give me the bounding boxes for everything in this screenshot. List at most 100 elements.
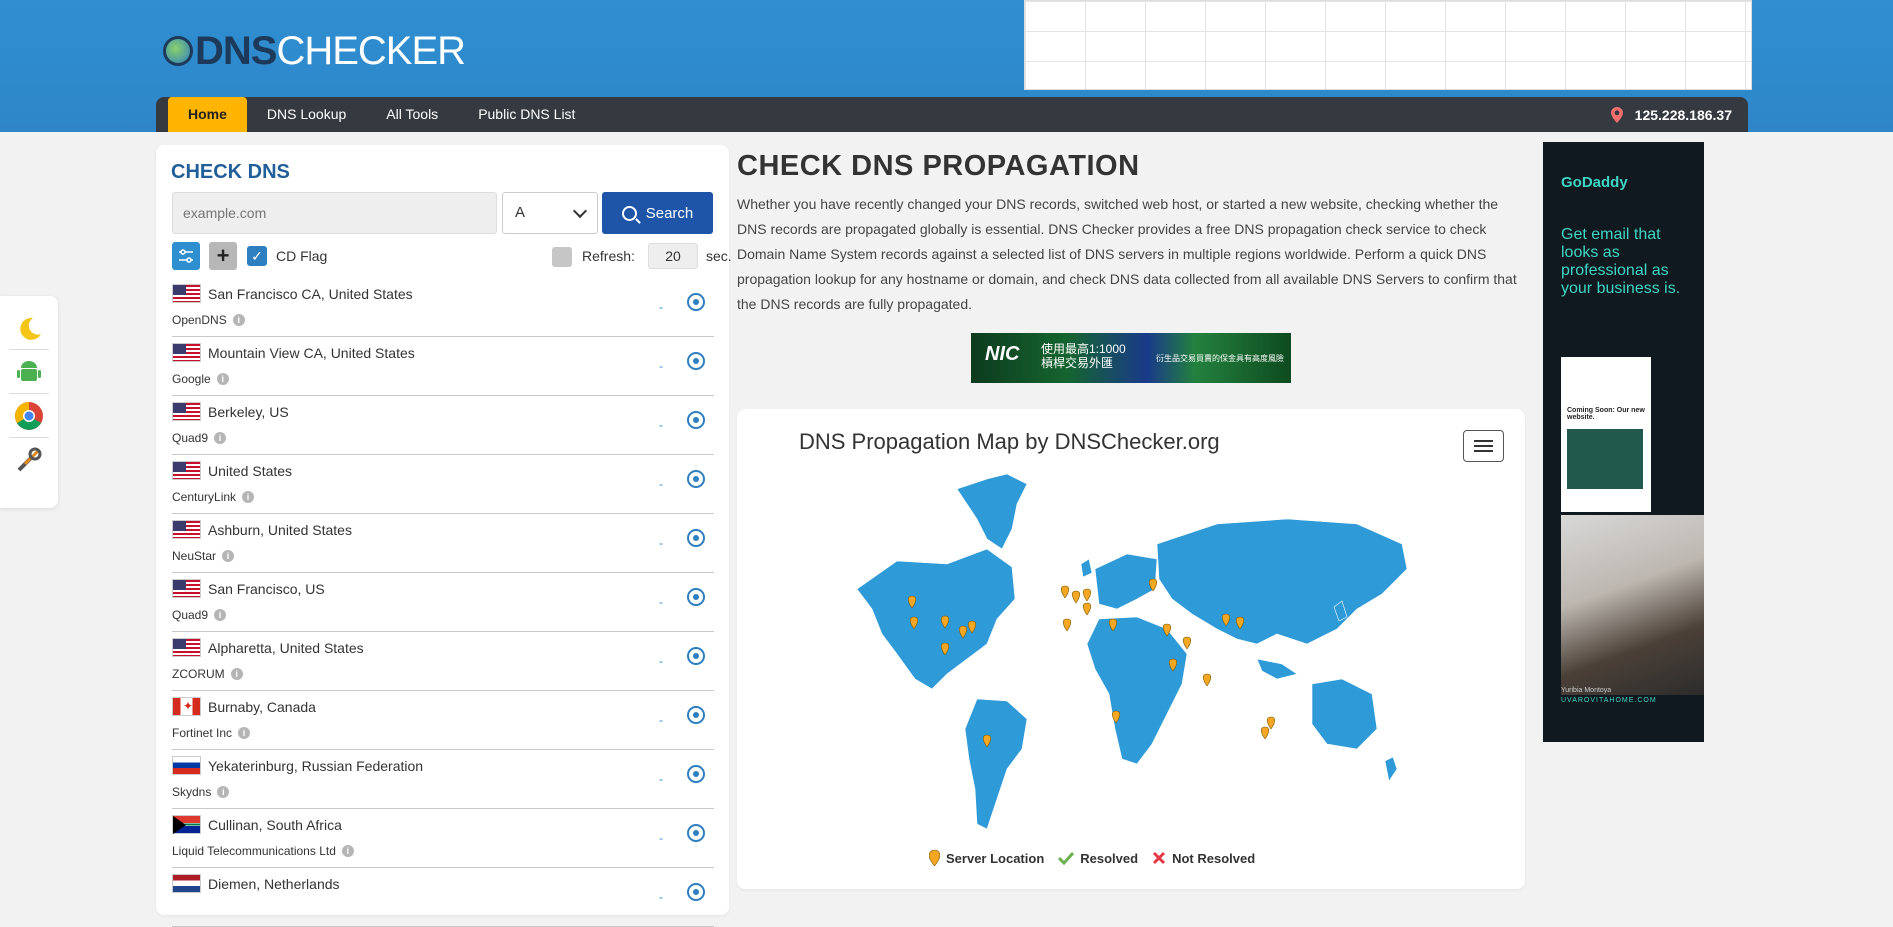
cd-flag-label: CD Flag	[276, 248, 328, 264]
legend-not-resolved-label: Not Resolved	[1172, 850, 1256, 866]
info-icon[interactable]: i	[238, 727, 251, 739]
server-result: -	[659, 831, 663, 845]
info-icon[interactable]: i	[242, 491, 255, 503]
server-marker-icon[interactable]	[1071, 590, 1081, 604]
server-provider-name: Liquid Telecommunications Ltd	[172, 844, 336, 858]
info-icon[interactable]: i	[217, 786, 230, 798]
options-row: + ✓ CD Flag Refresh: 20 sec.	[172, 242, 732, 270]
ip-address: 125.228.186.37	[1634, 106, 1732, 123]
server-location: Burnaby, Canada	[208, 699, 316, 715]
world-map	[856, 473, 1408, 830]
sliders-icon	[179, 249, 193, 263]
info-icon[interactable]: i	[214, 432, 227, 444]
server-details-icon[interactable]	[687, 470, 705, 488]
search-button[interactable]: Search	[602, 192, 713, 234]
south-america	[964, 698, 1028, 830]
info-icon[interactable]: i	[341, 845, 354, 857]
server-marker-icon[interactable]	[1082, 588, 1092, 602]
server-details-icon[interactable]	[687, 529, 705, 547]
server-result: -	[659, 654, 663, 668]
info-icon[interactable]: i	[222, 550, 235, 562]
flag-ca-icon	[172, 697, 201, 716]
server-details-icon[interactable]	[687, 588, 705, 606]
add-server-button[interactable]: +	[209, 242, 237, 270]
africa	[1086, 616, 1188, 765]
server-marker-icon[interactable]	[1182, 636, 1192, 650]
top-ad-banner[interactable]	[1024, 0, 1752, 90]
server-details-icon[interactable]	[687, 411, 705, 429]
legend-server-location: Server Location	[929, 850, 1044, 866]
server-provider: CenturyLink i	[172, 490, 255, 504]
info-icon[interactable]: i	[216, 373, 229, 385]
filter-settings-button[interactable]	[172, 242, 200, 270]
flag-us-icon	[172, 520, 201, 539]
server-marker-icon[interactable]	[1082, 602, 1092, 616]
main-nav: Home DNS Lookup All Tools Public DNS Lis…	[156, 97, 1748, 132]
nav-public-dns-list[interactable]: Public DNS List	[458, 97, 595, 132]
server-marker-icon[interactable]	[1260, 726, 1270, 740]
legend-server-location-label: Server Location	[946, 850, 1045, 866]
moon-icon[interactable]	[9, 306, 49, 350]
server-result: -	[659, 713, 663, 727]
indonesia	[1256, 658, 1298, 680]
domain-input[interactable]	[172, 192, 497, 234]
info-icon[interactable]: i	[230, 668, 243, 680]
server-details-icon[interactable]	[687, 883, 705, 901]
server-details-icon[interactable]	[687, 824, 705, 842]
server-location: San Francisco, US	[208, 581, 325, 597]
info-icon[interactable]: i	[232, 314, 245, 326]
ad-godaddy-logo: GoDaddy	[1561, 174, 1628, 191]
nav-dns-lookup[interactable]: DNS Lookup	[247, 97, 366, 132]
greenland	[956, 473, 1028, 550]
legend-resolved: Resolved	[1058, 851, 1138, 866]
side-ad[interactable]: GoDaddy Get email that looks as professi…	[1543, 142, 1704, 742]
refresh-unit: sec.	[706, 248, 732, 264]
chrome-icon[interactable]	[9, 394, 49, 438]
tools-icon[interactable]	[9, 438, 49, 482]
server-marker-icon[interactable]	[1202, 673, 1212, 687]
info-icon[interactable]: i	[214, 609, 227, 621]
cd-flag-checkbox[interactable]: ✓	[247, 246, 267, 266]
chevron-down-icon	[572, 203, 588, 219]
server-row: United States CenturyLink i -	[172, 455, 714, 514]
server-row: San Francisco CA, United States OpenDNS i -	[172, 278, 714, 337]
asia	[1156, 518, 1408, 645]
android-icon[interactable]	[9, 350, 49, 394]
server-location: Diemen, Netherlands	[208, 876, 340, 892]
search-label: Search	[645, 204, 694, 222]
record-type-select[interactable]: A	[502, 192, 598, 234]
server-provider: Fortinet Inc i	[172, 726, 251, 740]
server-result: -	[659, 477, 663, 491]
server-row: Burnaby, Canada Fortinet Inc i -	[172, 691, 714, 750]
server-details-icon[interactable]	[687, 352, 705, 370]
legend-not-resolved: Not Resolved	[1152, 851, 1255, 866]
logo-main-text: DNS	[195, 28, 277, 73]
refresh-checkbox[interactable]	[552, 247, 572, 267]
server-location: Yekaterinburg, Russian Federation	[208, 758, 424, 774]
flag-us-icon	[172, 402, 201, 421]
server-marker-icon[interactable]	[1060, 585, 1070, 599]
ad-message: Get email that looks as professional as …	[1561, 226, 1681, 297]
server-provider-name: Skydns	[172, 785, 212, 799]
server-details-icon[interactable]	[687, 293, 705, 311]
refresh-interval-input[interactable]: 20	[648, 243, 698, 269]
ad-line-2: 槓桿交易外匯	[1041, 356, 1114, 370]
server-row: Diemen, Netherlands -	[172, 868, 714, 927]
server-details-icon[interactable]	[687, 765, 705, 783]
server-marker-icon[interactable]	[1062, 618, 1072, 632]
nav-all-tools[interactable]: All Tools	[366, 97, 458, 132]
inline-ad-banner[interactable]: NIC 使用最高1:1000 槓桿交易外匯 衍生品交易買賣的保金具有高度風險	[971, 333, 1291, 383]
globe-icon	[163, 36, 193, 66]
map-menu-button[interactable]	[1463, 430, 1504, 462]
server-provider-name: OpenDNS	[172, 313, 227, 327]
server-row: Ashburn, United States NeuStar i -	[172, 514, 714, 573]
server-provider-name: ZCORUM	[172, 667, 225, 681]
record-type-value: A	[515, 204, 526, 221]
server-details-icon[interactable]	[687, 647, 705, 665]
site-logo[interactable]: DNSCHECKER	[163, 22, 466, 80]
server-provider: Skydns i	[172, 785, 230, 799]
server-marker-icon[interactable]	[1266, 716, 1276, 730]
server-details-icon[interactable]	[687, 706, 705, 724]
nav-home[interactable]: Home	[168, 97, 247, 132]
uk	[1080, 558, 1093, 578]
